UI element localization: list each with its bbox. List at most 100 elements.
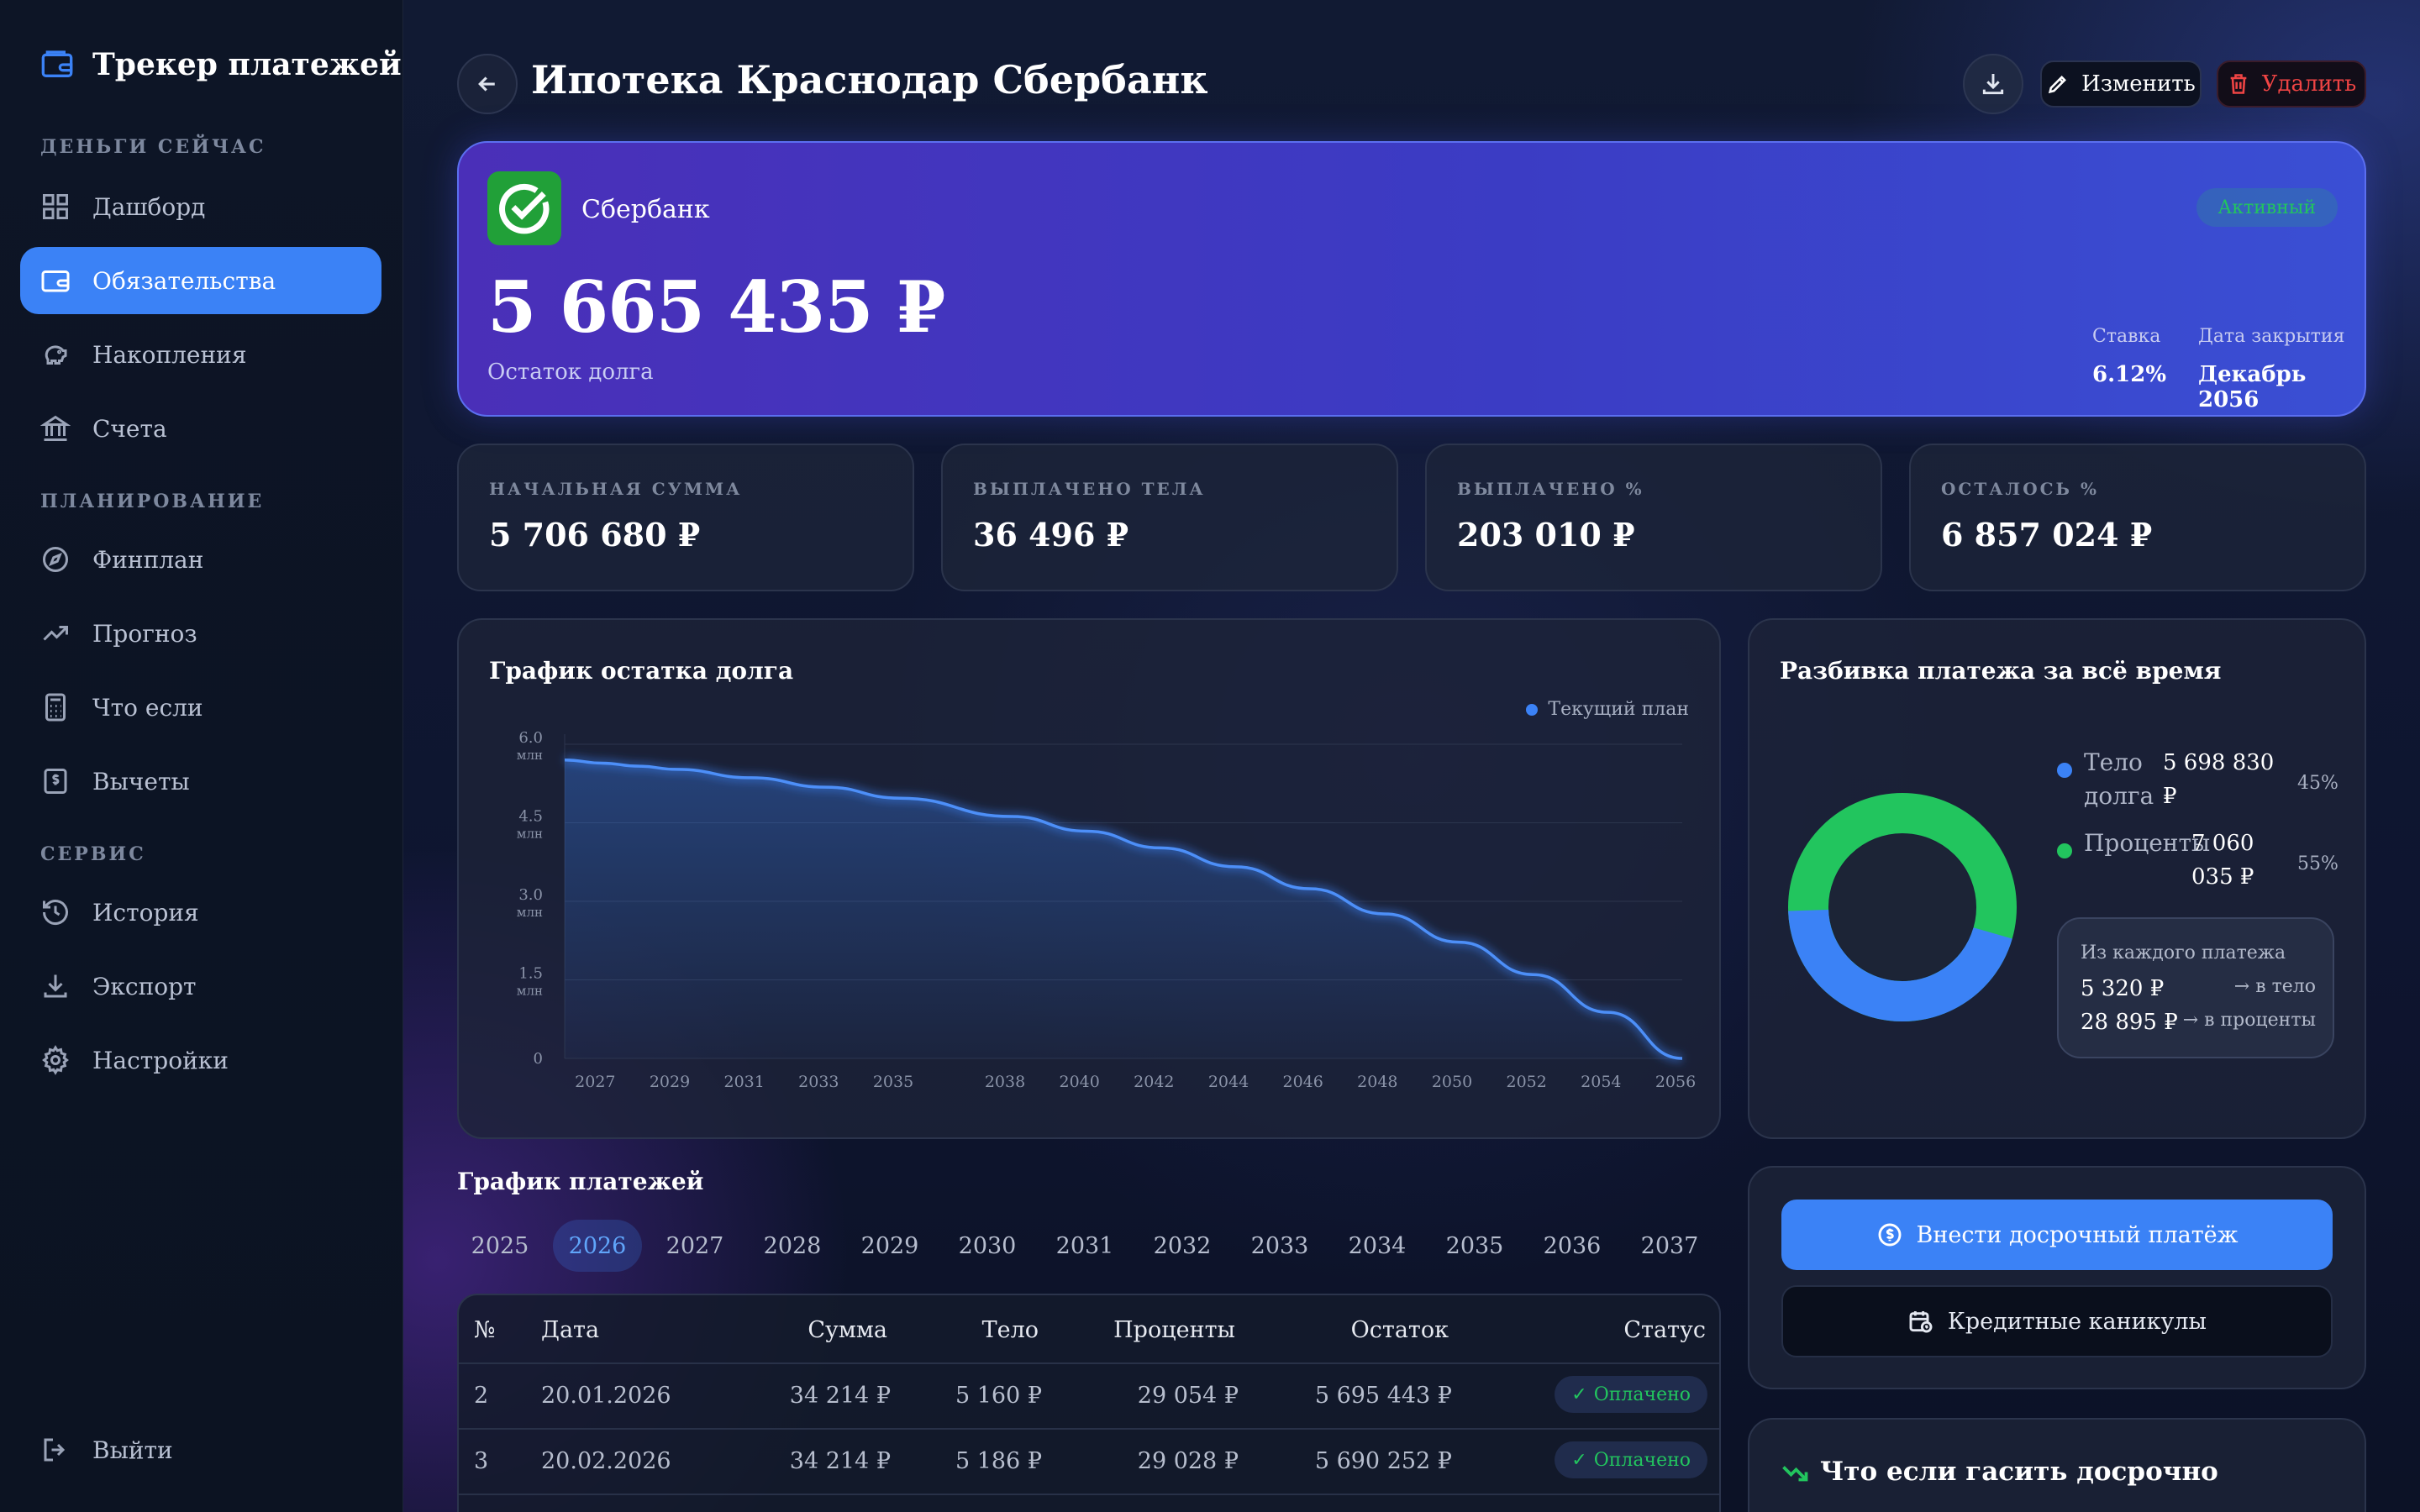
- stat-label: НАЧАЛЬНАЯ СУММА: [489, 479, 743, 499]
- cell-body: 5 186 ₽: [955, 1448, 1042, 1474]
- sidebar-item-savings[interactable]: Накопления: [20, 321, 381, 388]
- download-button[interactable]: [1963, 54, 2023, 114]
- per-payment-interest-dest: → в проценты: [2182, 1010, 2316, 1031]
- sidebar-item-label: История: [92, 898, 199, 927]
- stat-value: 5 706 680 ₽: [489, 516, 701, 554]
- rate-value: 6.12%: [2092, 362, 2167, 387]
- cell-interest: 29 054 ₽: [1137, 1383, 1239, 1409]
- delete-button[interactable]: Удалить: [2217, 60, 2366, 108]
- year-tab-2027[interactable]: 2027: [650, 1220, 739, 1272]
- bank-name: Сбербанк: [581, 195, 710, 224]
- stat-card-body-paid: ВЫПЛАЧЕНО ТЕЛА 36 496 ₽: [941, 444, 1398, 591]
- debt-chart: 6.0млн4.5млн3.0млн1.5млн02027 2029 2031 203…: [517, 729, 1696, 1091]
- loan-summary-card: Сбербанк Активный 5 665 435 ₽ Остаток до…: [457, 141, 2366, 417]
- status-badge: ✓ Оплачено: [1555, 1376, 1707, 1413]
- back-button[interactable]: [457, 54, 518, 114]
- x-tick-label: 2033: [798, 1073, 839, 1091]
- sidebar-item-label: Вычеты: [92, 767, 190, 795]
- legend-interest-value: 7 060 035 ₽: [2191, 831, 2254, 890]
- stat-label: ВЫПЛАЧЕНО %: [1457, 479, 1644, 499]
- donut-hole: [1829, 834, 1975, 980]
- col-header-date: Дата: [541, 1317, 600, 1343]
- y-tick-unit: млн: [517, 984, 543, 999]
- col-header-sum: Сумма: [808, 1317, 887, 1343]
- status-badge: ✓ Оплачено: [1555, 1441, 1707, 1478]
- coin-icon: [1878, 1223, 1902, 1247]
- gear-icon: [42, 1045, 69, 1075]
- sidebar-item-label: Накопления: [92, 340, 247, 369]
- dashboard-icon: [43, 194, 68, 219]
- trend-up-icon: [43, 626, 68, 641]
- year-tab-2037[interactable]: 2037: [1625, 1220, 1714, 1272]
- status-label: Оплачено: [1593, 1383, 1691, 1405]
- sidebar-item-history[interactable]: История: [20, 879, 381, 946]
- cell-date: 20.02.2026: [541, 1448, 671, 1474]
- y-tick-label: 0: [534, 1050, 543, 1068]
- sidebar-item-finplan[interactable]: Финплан: [20, 526, 381, 593]
- table-row[interactable]: [459, 1494, 1719, 1512]
- sidebar-item-label: Настройки: [92, 1046, 229, 1074]
- year-tab-2029[interactable]: 2029: [845, 1220, 934, 1272]
- x-tick-label: 2054: [1581, 1073, 1621, 1091]
- brand[interactable]: Трекер платежей: [40, 47, 402, 82]
- year-tab-2035[interactable]: 2035: [1430, 1220, 1519, 1272]
- legend-interest-label: Проценты: [2084, 829, 2211, 857]
- sidebar-item-forecast[interactable]: Прогноз: [20, 600, 381, 667]
- x-tick-label: 2050: [1432, 1073, 1472, 1091]
- close-date-stat: Дата закрытия Декабрь 2056: [2198, 326, 2365, 412]
- legend-body-pct: 45%: [2297, 773, 2338, 794]
- sidebar-item-label: Дашборд: [92, 192, 206, 221]
- sidebar-item-export[interactable]: Экспорт: [20, 953, 381, 1020]
- cell-sum: 34 214 ₽: [789, 1383, 891, 1409]
- year-tab-2026[interactable]: 2026: [553, 1220, 642, 1272]
- remaining-debt-amount: 5 665 435 ₽: [487, 265, 945, 349]
- x-tick-label: 2044: [1208, 1073, 1249, 1091]
- nav-section-money: ДЕНЬГИ СЕЙЧАС: [40, 136, 266, 158]
- sidebar-item-label: Прогноз: [92, 619, 197, 648]
- stat-value: 36 496 ₽: [973, 516, 1129, 554]
- sidebar-item-whatif[interactable]: Что если: [20, 674, 381, 741]
- sidebar-item-label: Обязательства: [92, 266, 276, 295]
- stat-value: 203 010 ₽: [1457, 516, 1635, 554]
- year-tab-2025[interactable]: 2025: [455, 1220, 544, 1272]
- actions-panel: Внести досрочный платёж Кредитные канику…: [1748, 1166, 2366, 1389]
- early-payment-button[interactable]: Внести досрочный платёж: [1781, 1200, 2333, 1270]
- early-payment-label: Внести досрочный платёж: [1916, 1221, 2238, 1248]
- sidebar-item-dashboard[interactable]: Дашборд: [20, 173, 381, 240]
- piggy-bank-icon: [45, 345, 67, 365]
- per-payment-interest-row: 28 895 ₽ → в проценты: [2081, 1010, 2316, 1035]
- close-date-value: Декабрь 2056: [2198, 362, 2307, 412]
- cell-rest: 5 695 443 ₽: [1314, 1383, 1452, 1409]
- per-payment-box: Из каждого платежа 5 320 ₽ → в тело 28 8…: [2057, 917, 2334, 1058]
- y-tick-label: 4.5: [518, 808, 543, 826]
- table-row[interactable]: 3 20.02.2026 34 214 ₽ 5 186 ₽ 29 028 ₽ 5…: [459, 1428, 1719, 1494]
- logout-icon: [44, 1438, 66, 1462]
- year-tab-2036[interactable]: 2036: [1528, 1220, 1617, 1272]
- x-tick-label: 2048: [1357, 1073, 1397, 1091]
- table-row[interactable]: 2 20.01.2026 34 214 ₽ 5 160 ₽ 29 054 ₽ 5…: [459, 1362, 1719, 1428]
- year-tab-2034[interactable]: 2034: [1333, 1220, 1422, 1272]
- year-tab-2028[interactable]: 2028: [748, 1220, 837, 1272]
- status-label: Оплачено: [1593, 1449, 1691, 1471]
- sidebar-item-settings[interactable]: Настройки: [20, 1026, 381, 1094]
- year-tab-2033[interactable]: 2033: [1235, 1220, 1324, 1272]
- y-tick-label: 6.0: [518, 729, 543, 747]
- year-tab-2031[interactable]: 2031: [1040, 1220, 1129, 1272]
- logout-label: Выйти: [92, 1436, 173, 1464]
- cell-n: 2: [474, 1383, 489, 1409]
- compass-icon: [43, 547, 68, 572]
- sidebar-item-obligations[interactable]: Обязательства: [20, 247, 381, 314]
- edit-button[interactable]: Изменить: [2040, 60, 2202, 108]
- col-header-rest: Остаток: [1350, 1317, 1449, 1343]
- col-header-n: №: [474, 1317, 496, 1343]
- x-tick-label: 2046: [1282, 1073, 1323, 1091]
- check-icon: ✓: [1571, 1449, 1587, 1471]
- sidebar-item-deductions[interactable]: Вычеты: [20, 748, 381, 815]
- sidebar-item-accounts[interactable]: Счета: [20, 395, 381, 462]
- year-tab-2032[interactable]: 2032: [1138, 1220, 1227, 1272]
- x-tick-label: 2038: [985, 1073, 1025, 1091]
- logout-button[interactable]: Выйти: [20, 1416, 381, 1483]
- year-tab-2030[interactable]: 2030: [943, 1220, 1032, 1272]
- remaining-debt-label: Остаток долга: [487, 360, 654, 385]
- credit-holidays-button[interactable]: Кредитные каникулы: [1781, 1285, 2333, 1357]
